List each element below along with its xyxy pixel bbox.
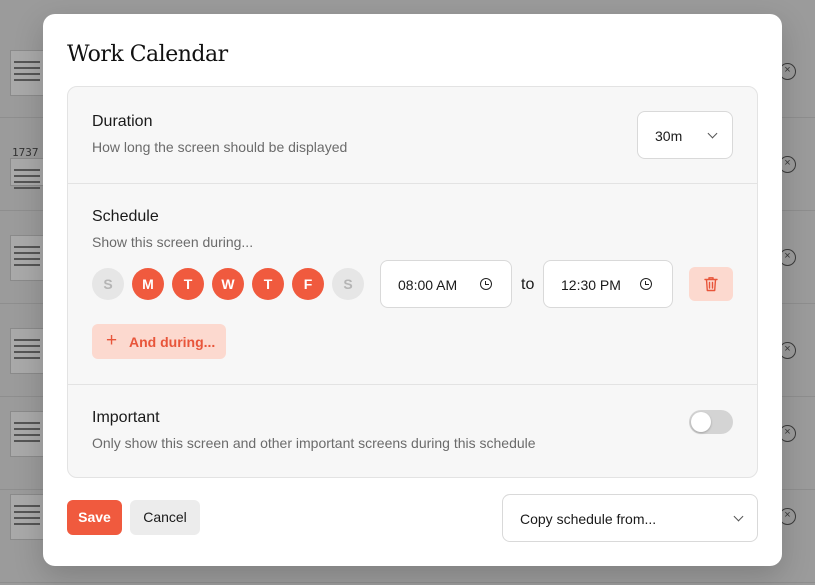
cancel-button[interactable]: Cancel <box>130 500 200 535</box>
schedule-dialog: Work Calendar Duration How long the scre… <box>43 14 782 566</box>
start-time-input[interactable]: 08:00 AM <box>380 260 512 308</box>
important-title: Important <box>92 409 160 426</box>
copy-schedule-placeholder: Copy schedule from... <box>520 511 657 527</box>
day-toggle-sunday[interactable]: S <box>92 268 124 300</box>
day-toggle-friday[interactable]: F <box>292 268 324 300</box>
day-toggle-wednesday[interactable]: W <box>212 268 244 300</box>
duration-value: 30m <box>655 128 683 144</box>
screen-thumbnail <box>10 158 44 186</box>
schedule-title: Schedule <box>92 208 159 225</box>
duration-select[interactable]: 30m <box>637 111 733 159</box>
plus-icon: + <box>106 330 118 351</box>
day-toggle-monday[interactable]: M <box>132 268 164 300</box>
clock-icon[interactable] <box>640 278 652 290</box>
duration-title: Duration <box>92 113 153 130</box>
important-section: Important Only show this screen and othe… <box>68 385 757 477</box>
day-toggle-saturday[interactable]: S <box>332 268 364 300</box>
screen-thumbnail <box>10 411 44 457</box>
screen-thumbnail <box>10 235 44 281</box>
day-toggle-thursday[interactable]: T <box>252 268 284 300</box>
important-toggle[interactable] <box>689 410 733 434</box>
copy-schedule-select[interactable]: Copy schedule from... <box>502 494 758 542</box>
toggle-knob <box>691 412 711 432</box>
add-timeslot-button[interactable]: + And during... <box>92 324 226 359</box>
start-time-value: 08:00 AM <box>398 277 458 293</box>
important-description: Only show this screen and other importan… <box>92 435 536 451</box>
duration-description: How long the screen should be displayed <box>92 139 348 155</box>
trash-icon <box>704 277 718 292</box>
clock-icon[interactable] <box>480 278 492 290</box>
end-time-input[interactable]: 12:30 PM <box>543 260 673 308</box>
schedule-section: Schedule Show this screen during... S M … <box>68 184 757 385</box>
time-range-separator: to <box>521 276 535 293</box>
screen-thumbnail <box>10 328 44 374</box>
chevron-down-icon <box>707 128 718 139</box>
dialog-title: Work Calendar <box>67 42 228 67</box>
save-button[interactable]: Save <box>67 500 122 535</box>
add-timeslot-label: And during... <box>129 334 216 350</box>
settings-card: Duration How long the screen should be d… <box>67 86 758 478</box>
schedule-description: Show this screen during... <box>92 234 254 250</box>
delete-timeslot-button[interactable] <box>689 267 733 301</box>
day-toggle-tuesday[interactable]: T <box>172 268 204 300</box>
screen-thumbnail <box>10 494 44 540</box>
duration-section: Duration How long the screen should be d… <box>68 87 757 184</box>
screen-thumbnail <box>10 50 44 96</box>
end-time-value: 12:30 PM <box>561 277 621 293</box>
chevron-down-icon <box>733 511 744 522</box>
